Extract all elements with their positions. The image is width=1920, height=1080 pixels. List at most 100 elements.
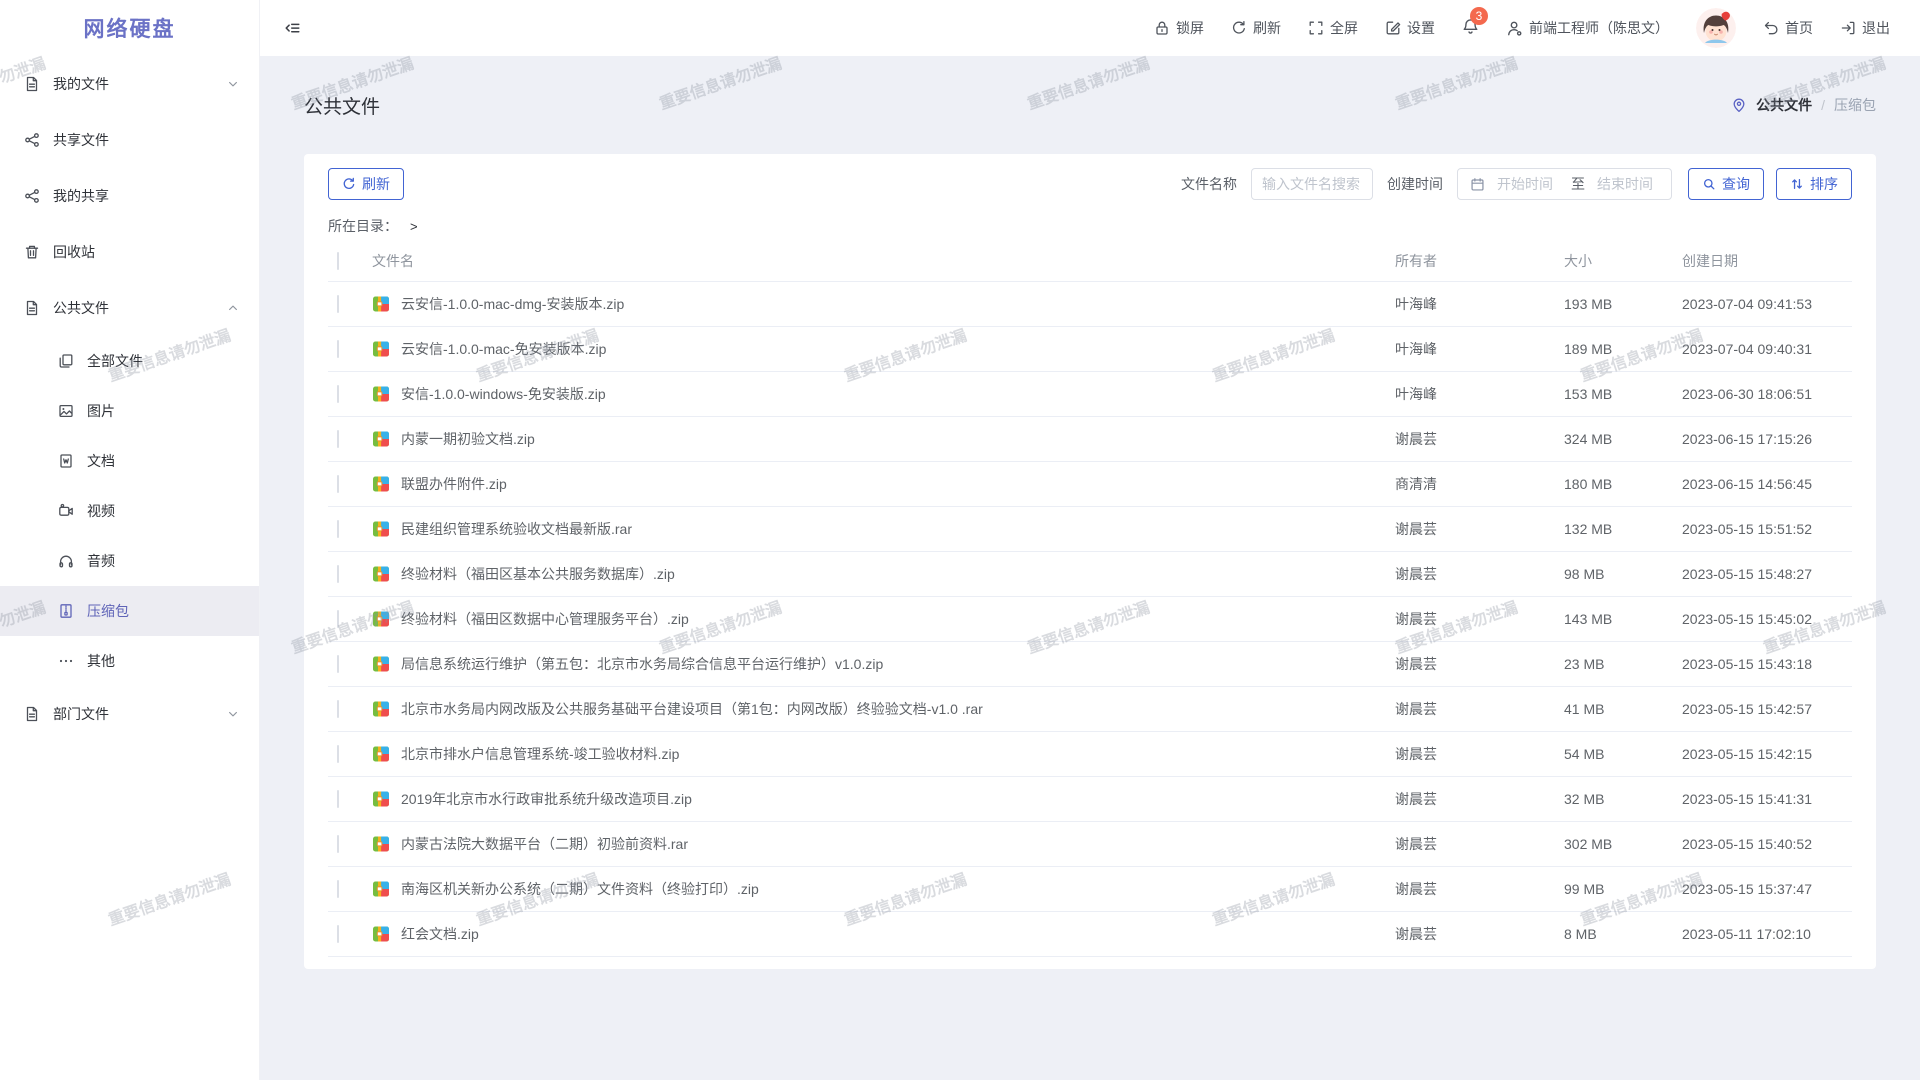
file-name[interactable]: 民建组织管理系统验收文档最新版.rar bbox=[401, 519, 632, 539]
filename-search-input[interactable] bbox=[1251, 168, 1373, 200]
table-row[interactable]: 云安信-1.0.0-mac-dmg-安装版本.zip叶海峰193 MB2023-… bbox=[328, 282, 1852, 327]
file-size: 324 MB bbox=[1564, 431, 1682, 447]
row-checkbox[interactable] bbox=[337, 340, 339, 358]
sort-button[interactable]: 排序 bbox=[1776, 168, 1852, 200]
file-name[interactable]: 终验材料（福田区数据中心管理服务平台）.zip bbox=[401, 609, 689, 629]
file-name[interactable]: 内蒙古法院大数据平台（二期）初验前资料.rar bbox=[401, 834, 688, 854]
file-name[interactable]: 联盟办件附件.zip bbox=[401, 474, 507, 494]
row-checkbox[interactable] bbox=[337, 925, 339, 943]
sidebar-item-videos[interactable]: 视频 bbox=[0, 486, 259, 536]
archive-file-icon bbox=[372, 790, 390, 808]
sidebar-item-label: 其他 bbox=[87, 651, 115, 671]
table-row[interactable]: 云安信-1.0.0-mac-免安装版本.zip叶海峰189 MB2023-07-… bbox=[328, 327, 1852, 372]
file-name[interactable]: 安信-1.0.0-windows-免安装版.zip bbox=[401, 384, 606, 404]
row-checkbox[interactable] bbox=[337, 295, 339, 313]
row-checkbox[interactable] bbox=[337, 520, 339, 538]
row-checkbox[interactable] bbox=[337, 655, 339, 673]
sidebar-item-my-shares[interactable]: 我的共享 bbox=[0, 168, 259, 224]
lock-screen-button[interactable]: 锁屏 bbox=[1154, 18, 1204, 38]
sidebar-item-label: 部门文件 bbox=[53, 704, 109, 724]
file-date: 2023-07-04 09:40:31 bbox=[1682, 341, 1852, 357]
file-name[interactable]: 红会文档.zip bbox=[401, 924, 479, 944]
refresh-list-button[interactable]: 刷新 bbox=[328, 168, 404, 200]
sidebar-item-all-files[interactable]: 全部文件 bbox=[0, 336, 259, 386]
notifications-button[interactable]: 3 bbox=[1462, 18, 1479, 38]
logout-button[interactable]: 退出 bbox=[1840, 18, 1890, 38]
file-name[interactable]: 北京市水务局内网改版及公共服务基础平台建设项目（第1包：内网改版）终验验文档-v… bbox=[401, 699, 983, 719]
file-name[interactable]: 局信息系统运行维护（第五包：北京市水务局综合信息平台运行维护）v1.0.zip bbox=[401, 654, 883, 674]
row-checkbox[interactable] bbox=[337, 790, 339, 808]
settings-button[interactable]: 设置 bbox=[1385, 18, 1435, 38]
file-name[interactable]: 内蒙一期初验文档.zip bbox=[401, 429, 535, 449]
row-checkbox[interactable] bbox=[337, 430, 339, 448]
file-owner: 叶海峰 bbox=[1395, 339, 1564, 359]
col-header-name[interactable]: 文件名 bbox=[372, 251, 1395, 271]
table-row[interactable]: 北京市排水户信息管理系统-竣工验收材料.zip谢晨芸54 MB2023-05-1… bbox=[328, 732, 1852, 777]
col-header-date[interactable]: 创建日期 bbox=[1682, 251, 1852, 271]
sidebar-item-label: 文档 bbox=[87, 451, 115, 471]
sidebar-fold-icon[interactable] bbox=[284, 20, 301, 37]
directory-chevron[interactable]: > bbox=[410, 219, 418, 234]
chevron-up-icon bbox=[227, 302, 239, 314]
sidebar-item-public-files[interactable]: 公共文件 bbox=[0, 280, 259, 336]
file-name[interactable]: 云安信-1.0.0-mac-dmg-安装版本.zip bbox=[401, 294, 624, 314]
table-row[interactable]: 联盟办件附件.zip商清清180 MB2023-06-15 14:56:45 bbox=[328, 462, 1852, 507]
home-button[interactable]: 首页 bbox=[1763, 18, 1813, 38]
file-name[interactable]: 北京市排水户信息管理系统-竣工验收材料.zip bbox=[401, 744, 679, 764]
select-all-checkbox[interactable] bbox=[337, 252, 339, 270]
page-title: 公共文件 bbox=[304, 92, 380, 119]
sidebar-item-others[interactable]: 其他 bbox=[0, 636, 259, 686]
sidebar-item-documents[interactable]: 文档 bbox=[0, 436, 259, 486]
table-row[interactable]: 内蒙一期初验文档.zip谢晨芸324 MB2023-06-15 17:15:26 bbox=[328, 417, 1852, 462]
table-row[interactable]: 红会文档.zip谢晨芸8 MB2023-05-11 17:02:10 bbox=[328, 912, 1852, 957]
file-date: 2023-05-15 15:41:31 bbox=[1682, 791, 1852, 807]
file-name[interactable]: 云安信-1.0.0-mac-免安装版本.zip bbox=[401, 339, 606, 359]
archive-file-icon bbox=[372, 925, 390, 943]
user-avatar[interactable] bbox=[1696, 8, 1736, 48]
table-row[interactable]: 终验材料（福田区基本公共服务数据库）.zip谢晨芸98 MB2023-05-15… bbox=[328, 552, 1852, 597]
table-row[interactable]: 2019年北京市水行政审批系统升级改造项目.zip谢晨芸32 MB2023-05… bbox=[328, 777, 1852, 822]
row-checkbox[interactable] bbox=[337, 565, 339, 583]
file-owner: 商清清 bbox=[1395, 474, 1564, 494]
sidebar-item-label: 音频 bbox=[87, 551, 115, 571]
table-row[interactable]: 局信息系统运行维护（第五包：北京市水务局综合信息平台运行维护）v1.0.zip谢… bbox=[328, 642, 1852, 687]
table-row[interactable]: 终验材料（福田区数据中心管理服务平台）.zip谢晨芸143 MB2023-05-… bbox=[328, 597, 1852, 642]
current-directory-row: 所在目录： > bbox=[328, 216, 1852, 236]
file-name[interactable]: 2019年北京市水行政审批系统升级改造项目.zip bbox=[401, 789, 692, 809]
refresh-page-button[interactable]: 刷新 bbox=[1231, 18, 1281, 38]
sidebar-item-recycle-bin[interactable]: 回收站 bbox=[0, 224, 259, 280]
col-header-owner[interactable]: 所有者 bbox=[1395, 251, 1564, 271]
fullscreen-button[interactable]: 全屏 bbox=[1308, 18, 1358, 38]
query-button[interactable]: 查询 bbox=[1688, 168, 1764, 200]
start-time-field[interactable]: 开始时间 bbox=[1497, 174, 1559, 194]
table-row[interactable]: 北京市水务局内网改版及公共服务基础平台建设项目（第1包：内网改版）终验验文档-v… bbox=[328, 687, 1852, 732]
sidebar-item-archives[interactable]: 压缩包 bbox=[0, 586, 259, 636]
archive-file-icon bbox=[372, 340, 390, 358]
sidebar-item-department-files[interactable]: 部门文件 bbox=[0, 686, 259, 742]
sidebar-item-shared-files[interactable]: 共享文件 bbox=[0, 112, 259, 168]
user-menu[interactable]: 前端工程师（陈思文） bbox=[1506, 18, 1669, 38]
row-checkbox[interactable] bbox=[337, 475, 339, 493]
row-checkbox[interactable] bbox=[337, 385, 339, 403]
breadcrumb-root[interactable]: 公共文件 bbox=[1756, 95, 1812, 115]
file-name[interactable]: 终验材料（福田区基本公共服务数据库）.zip bbox=[401, 564, 675, 584]
sidebar-item-audio[interactable]: 音频 bbox=[0, 536, 259, 586]
lock-screen-label: 锁屏 bbox=[1176, 18, 1204, 38]
sidebar-item-images[interactable]: 图片 bbox=[0, 386, 259, 436]
table-row[interactable]: 内蒙古法院大数据平台（二期）初验前资料.rar谢晨芸302 MB2023-05-… bbox=[328, 822, 1852, 867]
table-row[interactable]: 南海区机关新办公系统（二期）文件资料（终验打印）.zip谢晨芸99 MB2023… bbox=[328, 867, 1852, 912]
row-checkbox[interactable] bbox=[337, 700, 339, 718]
col-header-size[interactable]: 大小 bbox=[1564, 251, 1682, 271]
file-owner: 谢晨芸 bbox=[1395, 924, 1564, 944]
end-time-field[interactable]: 结束时间 bbox=[1597, 174, 1659, 194]
fullscreen-icon bbox=[1308, 20, 1324, 36]
table-row[interactable]: 安信-1.0.0-windows-免安装版.zip叶海峰153 MB2023-0… bbox=[328, 372, 1852, 417]
row-checkbox[interactable] bbox=[337, 880, 339, 898]
date-range-picker[interactable]: 开始时间 至 结束时间 bbox=[1457, 168, 1672, 200]
row-checkbox[interactable] bbox=[337, 835, 339, 853]
file-name[interactable]: 南海区机关新办公系统（二期）文件资料（终验打印）.zip bbox=[401, 879, 759, 899]
row-checkbox[interactable] bbox=[337, 610, 339, 628]
table-row[interactable]: 民建组织管理系统验收文档最新版.rar谢晨芸132 MB2023-05-15 1… bbox=[328, 507, 1852, 552]
sidebar-item-my-files[interactable]: 我的文件 bbox=[0, 56, 259, 112]
row-checkbox[interactable] bbox=[337, 745, 339, 763]
